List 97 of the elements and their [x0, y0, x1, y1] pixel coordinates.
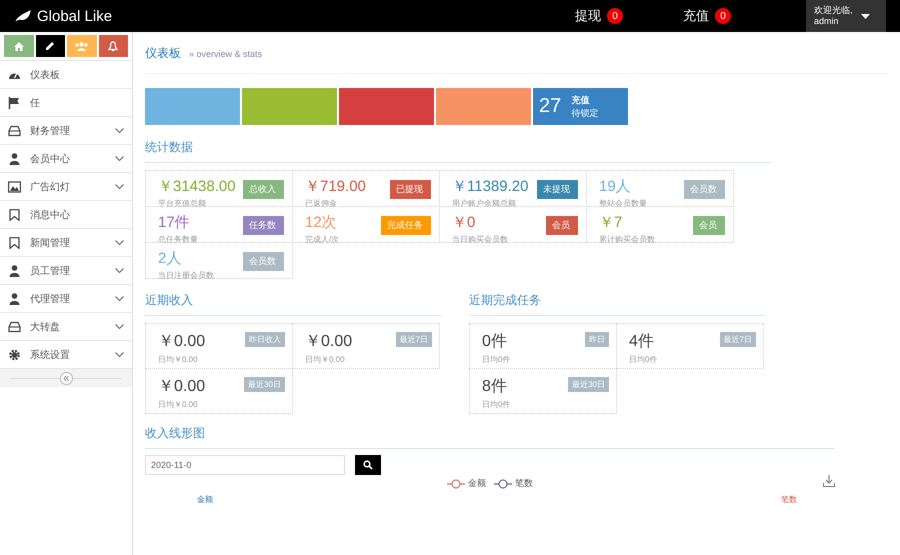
stat-value: 2人 — [158, 250, 182, 268]
stat-tag: 会员数 — [243, 252, 284, 271]
home-icon — [14, 42, 24, 50]
legend-item[interactable]: 金额 — [447, 477, 486, 490]
stat-value: 12次 — [305, 214, 337, 232]
summary-label: 日均0件 — [482, 354, 512, 365]
collapse-icon[interactable] — [60, 372, 72, 384]
summary-label: 日均￥0.00 — [158, 399, 199, 410]
stat-value: ￥0 — [452, 214, 476, 232]
bookmark-icon — [8, 236, 21, 248]
period-tag: 最近7日 — [720, 332, 756, 347]
stat-value: 19人 — [599, 178, 631, 196]
chevron-down-icon — [115, 324, 124, 329]
stat-value: ￥11389.20 — [452, 178, 528, 196]
sidebar-item[interactable]: 消息中心 — [0, 200, 132, 228]
legend-item[interactable]: 笔数 — [494, 477, 533, 490]
user-menu[interactable]: 欢迎光临, admin — [806, 0, 886, 32]
stat-label: 完成人/次 — [305, 234, 340, 245]
stat-value: ￥719.00 — [305, 178, 366, 196]
bookmark-icon — [8, 208, 21, 220]
chevron-down-icon — [115, 156, 124, 161]
tile-title: 充值 — [571, 94, 590, 106]
drive-icon — [8, 124, 21, 136]
summary-value: ￥0.00 — [305, 332, 352, 352]
notice-link[interactable]: 提现 0 — [575, 7, 623, 25]
period-tag: 最近30日 — [244, 377, 285, 392]
section-title: 近期收入 — [145, 292, 441, 316]
users-icon — [75, 42, 88, 50]
chevron-down-icon — [115, 240, 124, 245]
gear-icon — [8, 348, 21, 360]
period-tag: 昨日收入 — [245, 332, 285, 347]
summary-value: ￥0.00 — [158, 377, 206, 397]
stat-tag: 未提现 — [537, 180, 578, 199]
chevron-down-icon — [115, 268, 124, 273]
chevron-down-icon — [115, 352, 124, 357]
summary-value: 0件 — [482, 332, 507, 352]
chevron-down-icon — [115, 128, 124, 133]
period-tag: 昨日 — [585, 332, 609, 347]
stat-tag: 完成任务 — [381, 216, 431, 235]
brand-name: Global Like — [37, 8, 112, 24]
sidebar-item[interactable]: 大转盘 — [0, 312, 132, 340]
flag-icon — [8, 96, 21, 108]
chevron-down-icon — [115, 296, 124, 301]
right-axis-label: 笔数 — [781, 494, 797, 505]
sidebar-item[interactable]: 会员中心 — [0, 144, 132, 172]
sidebar-item[interactable]: 员工管理 — [0, 256, 132, 284]
sidebar-item[interactable]: 广告幻灯 — [0, 172, 132, 200]
summary-value: ￥0.00 — [158, 332, 206, 352]
drive-icon — [8, 320, 21, 332]
summary-label: 日均0件 — [629, 354, 658, 365]
bell-icon — [108, 40, 118, 52]
sidebar-item[interactable]: 任 — [0, 88, 132, 116]
stat-value: ￥7 — [599, 214, 622, 232]
stat-label: 当日购买会员数 — [452, 234, 509, 245]
sidebar-item[interactable]: 仪表板 — [0, 60, 132, 88]
period-tag: 最近30日 — [568, 377, 609, 392]
pencil-icon — [45, 41, 56, 51]
caret-icon — [860, 14, 870, 18]
user-icon — [8, 292, 21, 304]
leaf-icon — [15, 10, 31, 22]
user-icon — [8, 264, 21, 276]
section-title: 近期完成任务 — [469, 292, 765, 316]
left-axis-label: 金额 — [197, 494, 213, 505]
tile-number: 27 — [538, 95, 562, 118]
search-button[interactable] — [355, 455, 381, 475]
stat-tag: 总收入 — [243, 180, 284, 199]
picture-icon — [8, 180, 21, 192]
sidebar-item[interactable]: 财务管理 — [0, 116, 132, 144]
download-icon[interactable] — [823, 475, 835, 487]
section-title: 统计数据 — [145, 139, 771, 163]
stat-label: 累计购买会员数 — [599, 234, 656, 245]
search-icon — [363, 460, 373, 470]
summary-label: 日均￥0.00 — [305, 354, 346, 365]
stat-label: 当日注册会员数 — [158, 270, 215, 281]
summary-value: 4件 — [629, 332, 654, 352]
period-tag: 最近7日 — [396, 332, 432, 347]
stat-tag: 任务数 — [243, 216, 284, 235]
user-icon — [8, 152, 21, 164]
section-title: 收入线形图 — [145, 425, 835, 449]
stat-tag: 会员数 — [684, 180, 725, 199]
page-subtitle: » overview & stats — [189, 48, 262, 58]
notice-link[interactable]: 充值 0 — [683, 7, 731, 25]
summary-label: 日均0件 — [482, 399, 512, 410]
summary-label: 日均￥0.00 — [158, 354, 199, 365]
chevron-down-icon — [115, 184, 124, 189]
summary-value: 8件 — [482, 377, 507, 397]
stat-tag: 会员 — [693, 216, 725, 235]
date-range-field[interactable]: 2020-11-0 — [145, 455, 345, 475]
stat-value: ￥31438.00 — [158, 178, 236, 196]
sidebar-item[interactable]: 新闻管理 — [0, 228, 132, 256]
page-title: 仪表板 — [145, 45, 181, 62]
tile-subtitle: 待锁定 — [571, 106, 598, 120]
stat-tag: 会员 — [546, 216, 578, 235]
stat-value: 17件 — [158, 214, 190, 232]
sidebar-item[interactable]: 代理管理 — [0, 284, 132, 312]
shortcut-button[interactable] — [36, 35, 65, 57]
stat-tag: 已提现 — [390, 180, 431, 199]
